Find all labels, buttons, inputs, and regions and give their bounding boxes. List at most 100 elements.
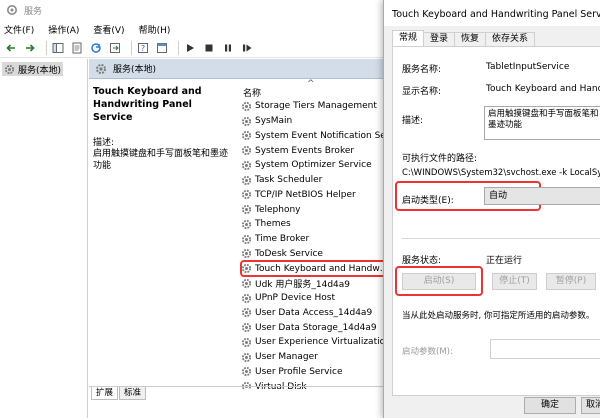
service-status-value: 正在运行 xyxy=(486,256,523,266)
service-row-label: Themes xyxy=(255,219,291,230)
service-row-label: UPnP Device Host xyxy=(255,293,335,304)
menu-action[interactable]: 操作(A) xyxy=(48,23,79,36)
export-icon[interactable] xyxy=(108,41,122,55)
gear-icon xyxy=(241,175,252,185)
gear-icon xyxy=(241,264,252,274)
gear-icon xyxy=(241,190,252,200)
menu-help[interactable]: 帮助(H) xyxy=(139,23,171,36)
tab-logon[interactable]: 登录 xyxy=(423,32,456,46)
back-icon[interactable] xyxy=(4,41,18,55)
gear-icon xyxy=(241,131,252,141)
start-service-icon[interactable] xyxy=(183,41,197,55)
service-row-label: Task Scheduler xyxy=(255,175,323,186)
description-label: 描述: xyxy=(402,116,424,126)
menu-view[interactable]: 查看(V) xyxy=(93,23,124,36)
dialog-title: Touch Keyboard and Handwriting Panel Ser… xyxy=(384,0,600,26)
service-row-label: Udk 用户服务_14d4a9 xyxy=(255,279,351,290)
detail-desc-text: 启用触摸键盘和手写面板笔和墨迹功能 xyxy=(93,149,229,171)
pane-header-label: 服务(本地) xyxy=(113,65,157,75)
service-row-label: User Data Access_14d4a9 xyxy=(255,307,373,318)
service-row[interactable]: ToDesk Service xyxy=(241,247,392,262)
console-icon[interactable] xyxy=(155,41,169,55)
service-name-label: 服务名称: xyxy=(402,65,442,75)
service-row[interactable]: UPnP Device Host xyxy=(241,291,392,306)
description-field[interactable]: 启用触摸键盘和手写面板笔和墨迹功能 xyxy=(484,106,600,140)
service-rows: Storage Tiers Management SysMain System Ev… xyxy=(240,99,392,389)
toolbar-separator xyxy=(46,40,47,55)
pause-button[interactable]: 暂停(P) xyxy=(546,273,596,290)
restart-service-icon[interactable] xyxy=(240,41,254,55)
service-row[interactable]: Themes xyxy=(241,217,392,232)
column-header-name[interactable]: 名称 xyxy=(243,86,261,99)
properties-dialog: Touch Keyboard and Handwriting Panel Ser… xyxy=(383,0,600,418)
start-params-note: 当从此处启动服务时, 你可指定所适用的启动参数。 xyxy=(402,311,595,321)
service-row[interactable]: User Data Access_14d4a9 xyxy=(241,306,392,321)
service-row[interactable]: Time Broker xyxy=(241,232,392,247)
service-row[interactable]: User Manager xyxy=(241,350,392,365)
service-row-label: Storage Tiers Management xyxy=(255,101,377,112)
service-row[interactable]: User Data Storage_14d4a9 xyxy=(241,320,392,335)
startup-type-label: 启动类型(E): xyxy=(402,196,454,206)
service-row[interactable]: Telephony xyxy=(241,202,392,217)
console-tree: 服务(本地) xyxy=(0,59,88,418)
ok-button[interactable]: 确定 xyxy=(524,397,576,414)
toolbar: ? xyxy=(0,38,392,58)
tab-standard[interactable]: 标准 xyxy=(119,387,147,400)
tree-item-services-local[interactable]: 服务(本地) xyxy=(2,62,64,76)
service-row[interactable]: TCP/IP NetBIOS Helper xyxy=(241,188,392,203)
detail-service-name: Touch Keyboard and Handwriting Panel Ser… xyxy=(93,86,202,123)
path-value: C:\WINDOWS\System32\svchost.exe -k Local… xyxy=(402,168,600,178)
properties-icon[interactable] xyxy=(70,41,84,55)
gear-icon xyxy=(241,367,252,377)
gear-icon xyxy=(241,101,252,111)
service-row[interactable]: Storage Tiers Management xyxy=(241,99,392,114)
service-row[interactable]: System Event Notification Ser… xyxy=(241,129,392,144)
service-row[interactable]: System Optimizer Service xyxy=(241,158,392,173)
refresh-icon[interactable] xyxy=(89,41,103,55)
start-params-input[interactable] xyxy=(490,339,600,359)
divider xyxy=(402,238,600,239)
service-row-label: User Profile Service xyxy=(255,366,343,377)
tab-general[interactable]: 常规 xyxy=(392,30,425,46)
tab-extended[interactable]: 扩展 xyxy=(91,387,119,400)
cancel-button[interactable]: 取消 xyxy=(581,397,600,414)
path-label: 可执行文件的路径: xyxy=(402,154,478,164)
stop-button[interactable]: 停止(T) xyxy=(492,273,537,290)
service-row[interactable]: User Profile Service xyxy=(241,365,392,380)
stop-service-icon[interactable] xyxy=(202,41,216,55)
gear-icon xyxy=(241,337,252,347)
gear-icon xyxy=(241,160,252,170)
service-row-label: Telephony xyxy=(255,204,301,215)
gear-icon xyxy=(241,249,252,259)
service-row[interactable]: Touch Keyboard and Handw… xyxy=(240,260,392,277)
console-tree-icon[interactable] xyxy=(51,41,65,55)
startup-type-select[interactable]: 自动 xyxy=(484,187,600,205)
service-row[interactable]: SysMain xyxy=(241,114,392,129)
help-icon[interactable]: ? xyxy=(136,41,150,55)
tab-dependencies[interactable]: 依存关系 xyxy=(485,32,536,46)
display-name-label: 显示名称: xyxy=(402,87,442,97)
tab-recovery[interactable]: 恢复 xyxy=(454,32,487,46)
forward-icon[interactable] xyxy=(23,41,37,55)
start-button[interactable]: 启动(S) xyxy=(402,273,476,290)
pause-service-icon[interactable] xyxy=(221,41,235,55)
service-row-label: User Experience Virtualizatio… xyxy=(255,337,392,348)
svg-text:?: ? xyxy=(141,44,145,53)
gear-icon xyxy=(241,352,252,362)
service-row[interactable]: Task Scheduler xyxy=(241,173,392,188)
service-row[interactable]: Udk 用户服务_14d4a9 xyxy=(241,276,392,291)
toolbar-separator xyxy=(131,40,132,55)
service-row-label: ToDesk Service xyxy=(255,248,323,259)
display-name-value[interactable]: Touch Keyboard and Handwrit xyxy=(486,84,600,94)
services-list: ^ 名称 Storage Tiers Management SysMain Syst… xyxy=(237,79,392,389)
start-params-label: 启动参数(M): xyxy=(402,347,453,357)
service-row-label: Time Broker xyxy=(255,234,310,245)
gear-icon xyxy=(241,116,252,126)
service-row[interactable]: System Events Broker xyxy=(241,143,392,158)
general-tab-panel: 服务名称: TabletInputService 显示名称: Touch Key… xyxy=(392,46,600,396)
menu-file[interactable]: 文件(F) xyxy=(4,23,34,36)
service-row[interactable]: User Experience Virtualizatio… xyxy=(241,335,392,350)
detail-desc-label: 描述: xyxy=(93,138,115,148)
gear-icon xyxy=(241,278,252,288)
service-row-label: System Event Notification Ser… xyxy=(255,130,392,141)
